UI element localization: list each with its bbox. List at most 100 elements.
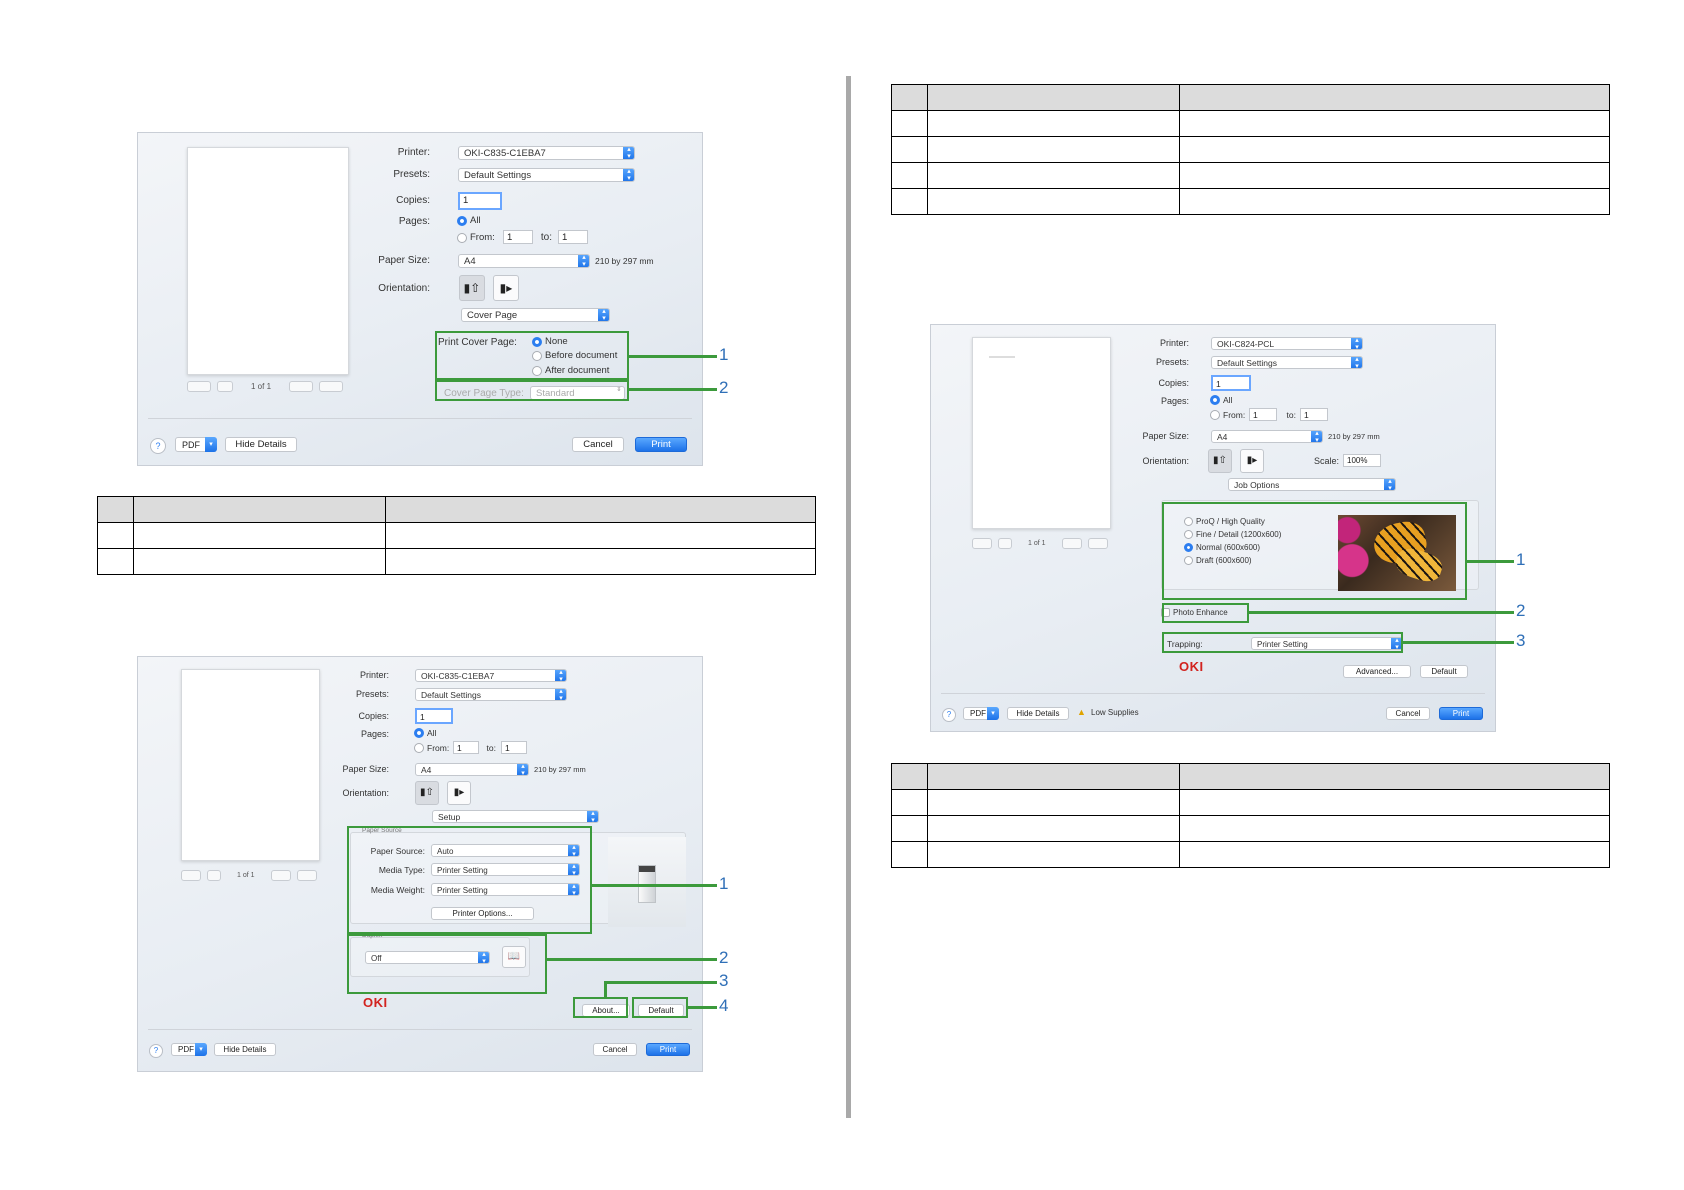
- paper-size-value: A4: [421, 765, 432, 775]
- panel-select[interactable]: Job Options ▴ ▾: [1228, 478, 1396, 491]
- prev-page-button[interactable]: [972, 537, 992, 549]
- callout-line-1: [592, 884, 717, 887]
- paper-size-select[interactable]: A4 ▴ ▾: [458, 254, 590, 268]
- next-page-button[interactable]: [289, 380, 314, 392]
- presets-select[interactable]: Default Settings ▴ ▾: [415, 688, 567, 701]
- copies-input[interactable]: 1: [415, 708, 453, 724]
- pages-all-radio[interactable]: All: [1210, 395, 1232, 405]
- next-page-button[interactable]: [1061, 537, 1082, 549]
- preview-text-line: [989, 356, 1015, 358]
- stepper-icon: ▴ ▾: [1311, 431, 1322, 442]
- table-c: [891, 763, 1610, 868]
- stepper-icon: ▴ ▾: [1351, 357, 1362, 368]
- stepper-icon: ▴ ▾: [587, 811, 598, 822]
- copies-input[interactable]: 1: [458, 192, 502, 210]
- printer-select[interactable]: OKI-C835-C1EBA7 ▴ ▾: [458, 146, 635, 160]
- copies-value: 1: [463, 195, 469, 206]
- help-button[interactable]: ?: [149, 1044, 163, 1058]
- paper-size-select[interactable]: A4 ▴ ▾: [415, 763, 529, 776]
- first-page-button[interactable]: [207, 869, 221, 881]
- advanced-button[interactable]: Advanced...: [1343, 665, 1411, 678]
- to-input[interactable]: 1: [558, 230, 588, 244]
- last-page-button[interactable]: [296, 869, 317, 881]
- cancel-button[interactable]: Cancel: [593, 1043, 637, 1056]
- scale-input[interactable]: 100%: [1343, 454, 1381, 467]
- callout-line-3: [604, 981, 717, 984]
- first-page-button[interactable]: [217, 380, 233, 392]
- pages-from-radio[interactable]: From:: [1210, 410, 1245, 420]
- radio-on-icon: [414, 728, 424, 738]
- print-button[interactable]: Print: [1439, 707, 1483, 720]
- pages-all-radio[interactable]: All: [457, 215, 481, 226]
- last-page-button[interactable]: [319, 380, 344, 392]
- paper-size-select[interactable]: A4 ▴ ▾: [1211, 430, 1323, 443]
- pdf-label: PDF: [182, 440, 200, 450]
- callout-box-1: [1162, 502, 1467, 600]
- pdf-label: PDF: [178, 1045, 194, 1054]
- prev-page-button[interactable]: [181, 869, 201, 881]
- landscape-icon: ▮▸: [499, 281, 513, 295]
- hide-details-button[interactable]: Hide Details: [225, 437, 297, 452]
- last-page-button[interactable]: [1087, 537, 1108, 549]
- presets-value: Default Settings: [464, 170, 532, 181]
- callout-line-3a: [604, 982, 607, 997]
- default-button[interactable]: Default: [1420, 665, 1468, 678]
- table-row: [891, 841, 1610, 868]
- cancel-button[interactable]: Cancel: [1386, 707, 1430, 720]
- pages-all-radio[interactable]: All: [414, 728, 436, 738]
- from-input[interactable]: 1: [453, 741, 479, 754]
- scale-value: 100%: [1347, 456, 1368, 465]
- prev-page-button[interactable]: [187, 380, 211, 392]
- callout-line-1: [629, 355, 717, 358]
- hide-details-button[interactable]: Hide Details: [1007, 707, 1069, 720]
- pages-all-label: All: [427, 728, 437, 738]
- portrait-icon: ▮⇧: [420, 787, 434, 798]
- panel-value: Setup: [438, 812, 461, 822]
- pages-from-radio[interactable]: From:: [414, 743, 449, 753]
- presets-select[interactable]: Default Settings ▴ ▾: [458, 168, 635, 182]
- landscape-button[interactable]: ▮▸: [447, 781, 471, 805]
- landscape-button[interactable]: ▮▸: [1240, 449, 1264, 473]
- oki-logo: OKI: [363, 995, 388, 1010]
- print-button[interactable]: Print: [646, 1043, 690, 1056]
- landscape-icon: ▮▸: [1246, 455, 1258, 466]
- print-button[interactable]: Print: [635, 437, 687, 452]
- pages-all-label: All: [1223, 395, 1233, 405]
- copies-input[interactable]: 1: [1211, 375, 1251, 391]
- pdf-menu-button[interactable]: PDF ▾: [963, 707, 999, 720]
- from-input[interactable]: 1: [1249, 408, 1277, 421]
- portrait-button[interactable]: ▮⇧: [459, 275, 485, 301]
- chevron-down-icon: ▾: [205, 437, 217, 452]
- footer-divider: [148, 418, 692, 419]
- from-input[interactable]: 1: [503, 230, 533, 244]
- printer-value: OKI-C824-PCL: [1217, 339, 1275, 349]
- panel-select[interactable]: Setup ▴ ▾: [432, 810, 599, 823]
- table-header-row: [891, 84, 1610, 111]
- portrait-button[interactable]: ▮⇧: [415, 781, 439, 805]
- stepper-icon: ▴ ▾: [1384, 479, 1395, 490]
- first-page-button[interactable]: [998, 537, 1012, 549]
- to-value: 1: [1304, 410, 1309, 420]
- pages-from-radio[interactable]: From:: [457, 232, 495, 243]
- presets-select[interactable]: Default Settings ▴ ▾: [1211, 356, 1363, 369]
- to-input[interactable]: 1: [501, 741, 527, 754]
- pdf-menu-button[interactable]: PDF ▾: [171, 1043, 207, 1056]
- landscape-button[interactable]: ▮▸: [493, 275, 519, 301]
- hide-details-button[interactable]: Hide Details: [214, 1043, 276, 1056]
- help-button[interactable]: ?: [150, 438, 166, 454]
- stepper-icon: ▴ ▾: [555, 689, 566, 700]
- panel-select[interactable]: Cover Page ▴ ▾: [461, 308, 610, 322]
- printer-select[interactable]: OKI-C824-PCL ▴ ▾: [1211, 337, 1363, 350]
- next-page-button[interactable]: [270, 869, 291, 881]
- copies-label: Copies:: [396, 195, 430, 206]
- to-input[interactable]: 1: [1300, 408, 1328, 421]
- pdf-menu-button[interactable]: PDF ▾: [175, 437, 217, 452]
- table-header-row: [97, 496, 816, 523]
- help-icon: ?: [946, 710, 952, 719]
- help-button[interactable]: ?: [942, 708, 956, 722]
- scale-label: Scale:: [1313, 456, 1339, 466]
- presets-value: Default Settings: [421, 690, 482, 700]
- printer-select[interactable]: OKI-C835-C1EBA7 ▴ ▾: [415, 669, 567, 682]
- portrait-button[interactable]: ▮⇧: [1208, 449, 1232, 473]
- cancel-button[interactable]: Cancel: [572, 437, 624, 452]
